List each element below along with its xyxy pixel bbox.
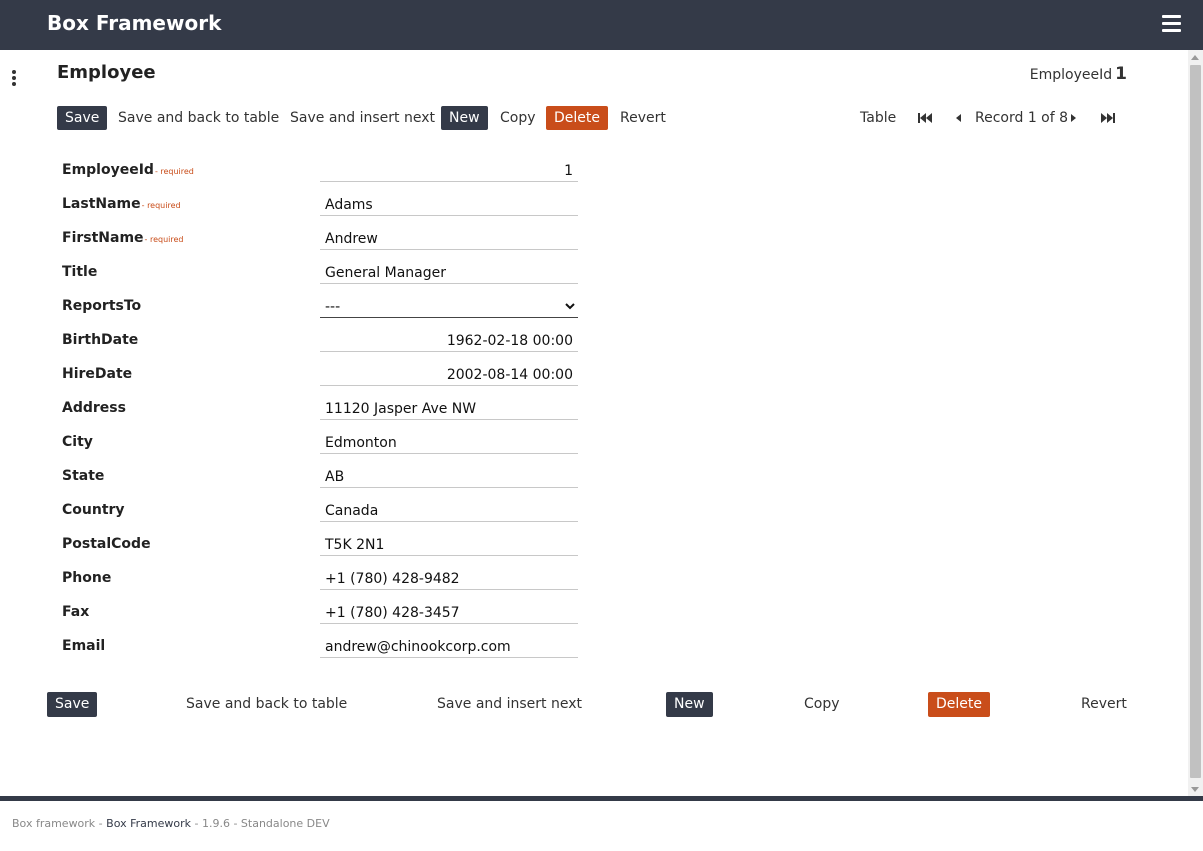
firstname-input[interactable]: Andrew [320, 224, 578, 250]
delete-button-bottom[interactable]: Delete [928, 692, 990, 717]
field-label: FirstName- required [62, 230, 184, 246]
toolbar-bottom: Save Save and back to table Save and ins… [47, 692, 1137, 717]
field-label: LastName- required [62, 196, 181, 212]
first-record-icon[interactable] [917, 106, 933, 130]
save-and-insert-next-button[interactable]: Save and insert next [290, 106, 435, 130]
field-label: Fax [62, 604, 90, 620]
hamburger-menu-icon[interactable] [1162, 15, 1181, 35]
form-row-email: Email andrew@chinookcorp.com [62, 638, 582, 672]
field-label: Country [62, 502, 125, 518]
footer-divider [0, 796, 1203, 801]
reportsto-select[interactable]: --- [320, 292, 578, 318]
save-and-insert-next-button-bottom[interactable]: Save and insert next [437, 692, 582, 717]
field-label-text: LastName [62, 196, 141, 212]
address-input[interactable]: 11120 Jasper Ave NW [320, 394, 578, 420]
required-indicator: - required [144, 235, 184, 244]
vertical-scrollbar[interactable] [1188, 50, 1203, 797]
field-label: ReportsTo [62, 298, 142, 314]
table-link[interactable]: Table [860, 106, 896, 130]
save-button[interactable]: Save [57, 106, 108, 130]
copy-button-bottom[interactable]: Copy [804, 692, 840, 717]
footer-version: - 1.9.6 - Standalone DEV [191, 817, 330, 830]
delete-button[interactable]: Delete [546, 106, 608, 130]
city-input[interactable]: Edmonton [320, 428, 578, 454]
title-input[interactable]: General Manager [320, 258, 578, 284]
top-navbar: Box Framework [0, 0, 1203, 50]
birthdate-input[interactable]: 1962-02-18 00:00 [320, 326, 578, 352]
scrollbar-thumb[interactable] [1190, 65, 1201, 778]
record-id-display: EmployeeId 1 [1030, 64, 1127, 84]
previous-record-icon[interactable] [955, 106, 961, 130]
scroll-down-arrow-icon[interactable] [1191, 787, 1199, 792]
copy-button[interactable]: Copy [500, 106, 536, 130]
save-and-back-button-bottom[interactable]: Save and back to table [186, 692, 347, 717]
new-button-bottom[interactable]: New [666, 692, 713, 717]
record-id-label: EmployeeId [1029, 67, 1113, 83]
country-input[interactable]: Canada [320, 496, 578, 522]
app-title[interactable]: Box Framework [47, 11, 221, 35]
revert-button[interactable]: Revert [620, 106, 666, 130]
postalcode-input[interactable]: T5K 2N1 [320, 530, 578, 556]
last-record-icon[interactable] [1100, 106, 1116, 130]
field-label: City [62, 434, 93, 450]
lastname-input[interactable]: Adams [320, 190, 578, 216]
email-input[interactable]: andrew@chinookcorp.com [320, 632, 578, 658]
field-label: State [62, 468, 105, 484]
page-title: Employee [57, 62, 156, 83]
field-label: PostalCode [62, 536, 151, 552]
field-label: HireDate [62, 366, 133, 382]
record-id-value: 1 [1115, 64, 1127, 84]
more-options-icon[interactable] [12, 70, 18, 86]
reportsto-selected-value: --- [325, 299, 341, 315]
footer: Box framework - Box Framework - 1.9.6 - … [12, 817, 330, 830]
save-and-back-button[interactable]: Save and back to table [118, 106, 279, 130]
next-record-icon[interactable] [1071, 106, 1077, 130]
field-label: Email [62, 638, 106, 654]
footer-prefix: Box framework - [12, 817, 107, 830]
revert-button-bottom[interactable]: Revert [1081, 692, 1127, 717]
employeeid-input[interactable]: 1 [320, 156, 578, 182]
field-label: Phone [62, 570, 112, 586]
main-content: Employee EmployeeId 1 Save Save and back … [0, 50, 1188, 796]
save-button-bottom[interactable]: Save [47, 692, 98, 717]
state-input[interactable]: AB [320, 462, 578, 488]
scroll-up-arrow-icon[interactable] [1191, 55, 1199, 60]
phone-input[interactable]: +1 (780) 428-9482 [320, 564, 578, 590]
new-button[interactable]: New [441, 106, 488, 130]
field-label-text: EmployeeId [62, 162, 154, 178]
field-label: Title [62, 264, 98, 280]
hiredate-input[interactable]: 2002-08-14 00:00 [320, 360, 578, 386]
required-indicator: - required [154, 167, 194, 176]
footer-link[interactable]: Box Framework [106, 817, 191, 830]
record-counter: Record 1 of 8 [975, 110, 1069, 126]
field-label-text: FirstName [62, 230, 144, 246]
field-label: EmployeeId- required [62, 162, 194, 178]
field-label: BirthDate [62, 332, 139, 348]
field-label: Address [62, 400, 126, 416]
fax-input[interactable]: +1 (780) 428-3457 [320, 598, 578, 624]
required-indicator: - required [141, 201, 181, 210]
